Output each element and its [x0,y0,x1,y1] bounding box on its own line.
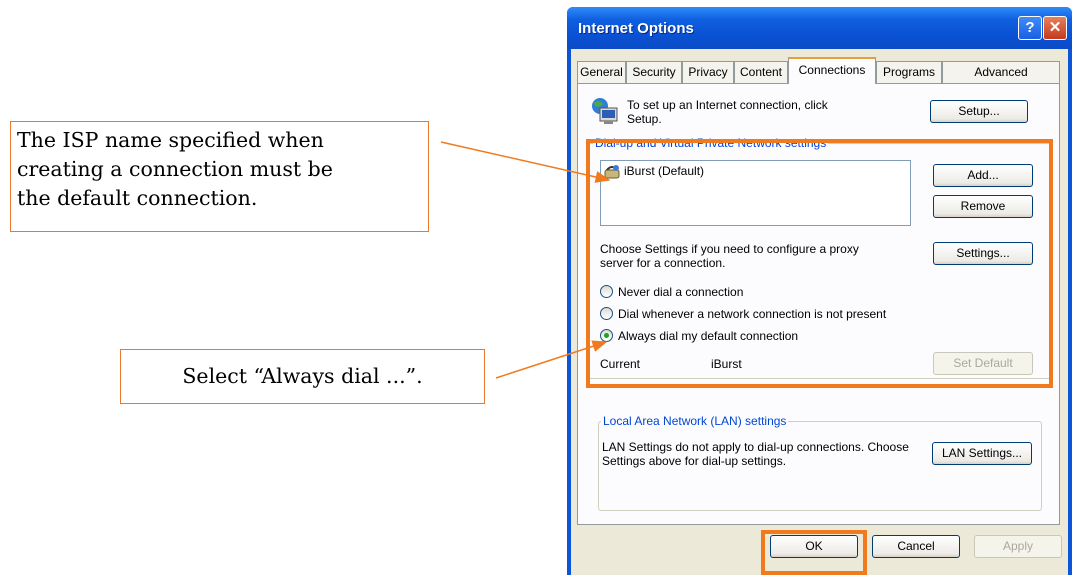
arrow-to-connection [440,141,611,183]
arrow-to-always-dial [495,340,608,379]
annotation-arrows [440,141,611,379]
